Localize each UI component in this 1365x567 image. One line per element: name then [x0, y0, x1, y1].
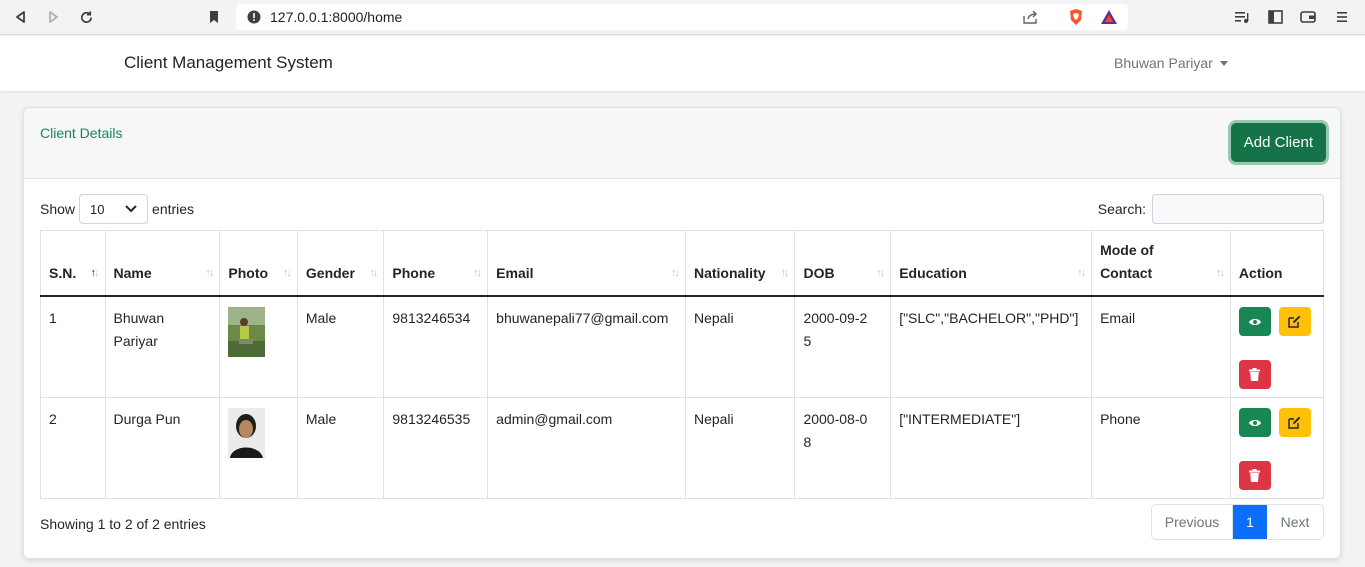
cell-contact: Phone — [1091, 397, 1231, 499]
cell-actions — [1229, 397, 1325, 499]
client-photo — [228, 307, 266, 357]
view-button[interactable] — [1238, 307, 1271, 336]
col-header-sn[interactable]: S.N. ↑↓ — [40, 230, 106, 297]
cell-sn: 1 — [40, 295, 106, 398]
add-client-button[interactable]: Add Client — [1230, 123, 1326, 162]
col-header-name[interactable]: Name ↑↓ — [104, 230, 221, 297]
card-title: Client Details — [40, 125, 123, 141]
cell-gender: Male — [296, 295, 385, 398]
col-header-gender[interactable]: Gender ↑↓ — [296, 230, 385, 297]
cell-name: Bhuwan Pariyar — [104, 295, 221, 398]
view-button[interactable] — [1238, 408, 1271, 437]
app-brand[interactable]: Client Management System — [124, 53, 333, 73]
sort-icon: ↑↓ — [282, 267, 292, 279]
sidebar-icon[interactable] — [1266, 8, 1284, 26]
col-header-email[interactable]: Email ↑↓ — [487, 230, 686, 297]
cell-nationality: Nepali — [684, 295, 796, 398]
edit-button[interactable] — [1278, 408, 1311, 437]
edit-button[interactable] — [1278, 307, 1311, 336]
sort-icon: ↑↓ — [670, 267, 680, 279]
pagination: Previous 1 Next — [1151, 504, 1324, 540]
user-dropdown[interactable]: Bhuwan Pariyar — [1114, 55, 1228, 71]
col-header-mode-of-contact[interactable]: Mode of Contact ↑↓ — [1091, 230, 1231, 297]
eye-icon — [1248, 318, 1261, 325]
sort-icon: ↑↓ — [1215, 267, 1225, 279]
cell-name: Durga Pun — [104, 397, 221, 499]
entries-label: entries — [152, 201, 195, 217]
client-details-card: Client Details Add Client Show 10 entrie… — [23, 107, 1341, 559]
chevron-down-icon — [125, 205, 137, 213]
previous-page-button[interactable]: Previous — [1152, 505, 1233, 539]
page-1-button[interactable]: 1 — [1233, 505, 1267, 539]
sort-icon: ↑↓ — [473, 267, 482, 279]
forward-icon[interactable] — [44, 8, 62, 26]
cell-phone: 9813246535 — [383, 397, 489, 499]
col-header-photo[interactable]: Photo ↑↓ — [219, 230, 298, 297]
cell-actions — [1229, 295, 1325, 398]
trash-icon — [1249, 469, 1261, 482]
eye-icon — [1248, 419, 1261, 426]
col-header-phone[interactable]: Phone ↑↓ — [383, 230, 489, 297]
sort-icon: ↑↓ — [780, 267, 789, 279]
client-photo — [228, 408, 266, 458]
url-text: 127.0.0.1:8000/home — [270, 9, 403, 25]
menu-icon[interactable] — [1333, 8, 1351, 26]
wallet-icon[interactable] — [1299, 8, 1317, 26]
cell-phone: 9813246534 — [383, 295, 489, 398]
playlist-icon[interactable] — [1233, 8, 1251, 26]
cell-photo — [219, 295, 298, 398]
edit-icon — [1288, 315, 1301, 328]
cell-education: ["SLC","BACHELOR","PHD"] — [890, 295, 1093, 398]
sort-icon: ↑↓ — [876, 267, 885, 279]
delete-button[interactable] — [1238, 360, 1271, 389]
info-icon[interactable] — [245, 8, 263, 26]
cell-photo — [219, 397, 298, 499]
cell-dob: 2000-09-25 — [794, 295, 892, 398]
cell-email: bhuwanepali77@gmail.com — [487, 295, 686, 398]
browser-toolbar: 127.0.0.1:8000/home — [0, 0, 1365, 35]
col-header-dob[interactable]: DOB ↑↓ — [794, 230, 892, 297]
cell-nationality: Nepali — [684, 397, 796, 499]
sort-icon: ↑↓ — [1077, 267, 1086, 279]
cell-education: ["INTERMEDIATE"] — [890, 397, 1093, 499]
next-page-button[interactable]: Next — [1267, 505, 1323, 539]
caret-down-icon — [1219, 60, 1228, 66]
cell-sn: 2 — [40, 397, 106, 499]
edit-icon — [1288, 416, 1301, 429]
table-row: 2 Durga Pun Male 9813246535 admin@gmail.… — [40, 397, 1325, 499]
search-label: Search: — [1097, 201, 1146, 217]
table-info: Showing 1 to 2 of 2 entries — [40, 516, 206, 532]
app-navbar: Client Management System Bhuwan Pariyar — [0, 36, 1365, 91]
table-header-row: S.N. ↑↓ Name ↑↓ Photo ↑↓ Gender ↑↓ Phone ↑↓ E… — [40, 230, 1325, 297]
cell-contact: Email — [1091, 295, 1231, 398]
reload-icon[interactable] — [77, 8, 95, 26]
user-name: Bhuwan Pariyar — [1114, 55, 1213, 71]
cell-email: admin@gmail.com — [487, 397, 686, 499]
bookmark-icon[interactable] — [205, 8, 223, 26]
rewards-icon[interactable] — [1100, 8, 1118, 26]
sort-icon: ↑↓ — [205, 267, 214, 279]
search-control: Search: — [1098, 194, 1324, 224]
entries-select[interactable]: 10 — [79, 194, 149, 224]
search-input[interactable] — [1152, 194, 1324, 224]
cell-dob: 2000-08-08 — [794, 397, 892, 499]
card-header: Client Details Add Client — [24, 108, 1340, 179]
share-icon[interactable] — [1022, 8, 1040, 26]
entries-control: Show 10 entries — [40, 194, 194, 224]
brave-shield-icon[interactable] — [1067, 8, 1085, 26]
col-header-nationality[interactable]: Nationality ↑↓ — [684, 230, 796, 297]
entries-value: 10 — [90, 201, 105, 217]
col-header-education[interactable]: Education ↑↓ — [890, 230, 1093, 297]
back-icon[interactable] — [12, 8, 30, 26]
col-header-action: Action — [1229, 230, 1325, 297]
sort-asc-icon: ↑↓ — [90, 267, 100, 279]
delete-button[interactable] — [1238, 461, 1271, 490]
trash-icon — [1249, 368, 1261, 381]
address-bar[interactable]: 127.0.0.1:8000/home — [236, 4, 1128, 30]
show-label: Show — [40, 201, 76, 217]
table-row: 1 Bhuwan Pariyar Male 9813246534 bhuwane… — [40, 295, 1325, 398]
sort-icon: ↑↓ — [369, 267, 378, 279]
cell-gender: Male — [296, 397, 385, 499]
clients-table: S.N. ↑↓ Name ↑↓ Photo ↑↓ Gender ↑↓ Phone ↑↓ E… — [40, 230, 1325, 499]
